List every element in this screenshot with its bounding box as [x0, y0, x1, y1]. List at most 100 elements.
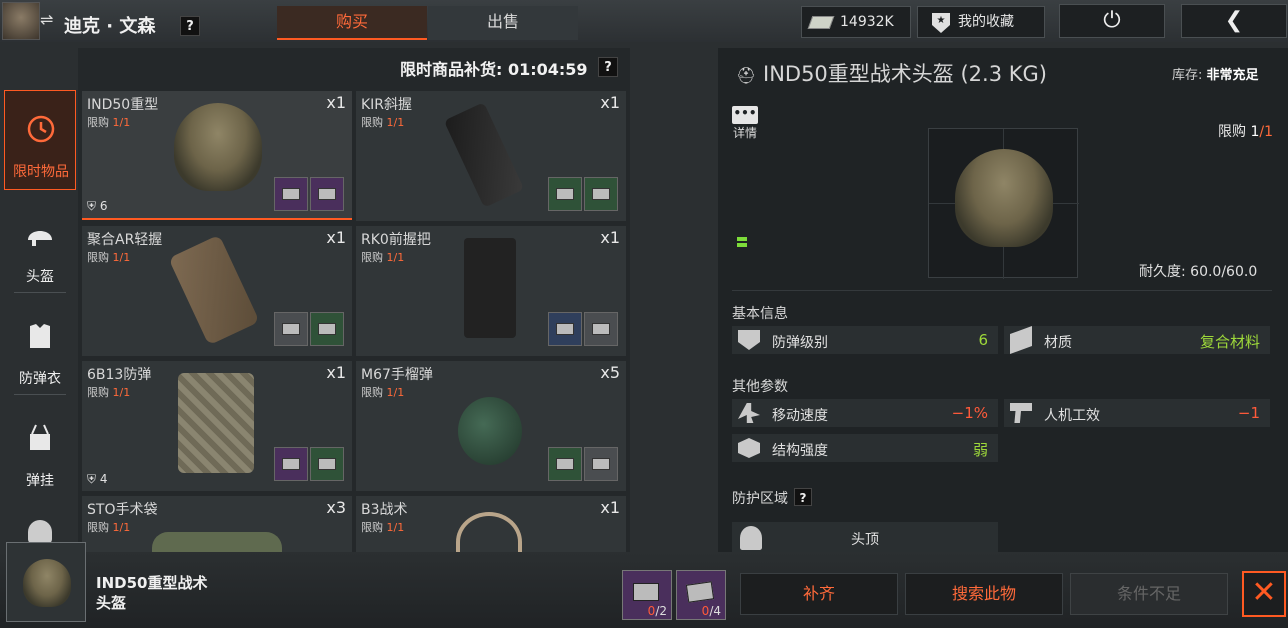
category-limited[interactable]: 限时物品 — [4, 90, 76, 190]
player-help-icon[interactable]: ? — [180, 16, 200, 36]
item-name: RK0前握把 — [361, 232, 431, 248]
shop-item-card[interactable]: B3战术 x1 限购 1/1 — [356, 496, 626, 552]
requirement-item[interactable] — [274, 312, 308, 346]
tab-buy[interactable]: 购买 — [277, 6, 427, 40]
requirement-item[interactable] — [310, 312, 344, 346]
search-item-button[interactable]: 搜索此物 — [905, 573, 1063, 615]
requirement-item[interactable] — [548, 447, 582, 481]
requirement-item[interactable] — [310, 447, 344, 481]
category-helmet[interactable]: 头盔 — [4, 196, 76, 296]
grip-image — [168, 234, 260, 346]
vest-icon — [30, 324, 50, 348]
back-button[interactable]: ❮ — [1181, 4, 1287, 38]
insufficient-condition-button[interactable]: 条件不足 — [1070, 573, 1228, 615]
shield-icon — [738, 330, 760, 350]
stat-move-speed: 移动速度 −1% — [732, 399, 998, 427]
helmet-image — [174, 103, 262, 191]
item-name: M67手榴弹 — [361, 367, 433, 383]
required-item-1[interactable]: 0/2 — [622, 570, 672, 620]
item-qty: x1 — [326, 363, 346, 382]
category-vest[interactable]: 防弹衣 — [4, 298, 76, 398]
other-params-heading: 其他参数 — [732, 379, 788, 395]
shop-item-card[interactable]: STO手术袋 x3 限购 1/1 — [82, 496, 352, 552]
fill-button[interactable]: 补齐 — [740, 573, 898, 615]
requirement-item[interactable] — [274, 177, 308, 211]
foregrip-image — [464, 238, 516, 338]
divider — [14, 394, 66, 395]
player-avatar[interactable] — [2, 2, 40, 40]
requirement-item[interactable] — [274, 447, 308, 481]
requirement-item[interactable] — [548, 312, 582, 346]
shop-item-card[interactable]: M67手榴弹 x5 限购 1/1 — [356, 361, 626, 491]
helmet-image — [23, 559, 71, 607]
stat-ergonomics: 人机工效 −1 — [1004, 399, 1270, 427]
basic-info-heading: 基本信息 — [732, 306, 788, 322]
clock-icon — [27, 115, 55, 143]
required-item-2[interactable]: 0/4 — [676, 570, 726, 620]
backpack-icon[interactable] — [28, 520, 52, 544]
pistol-icon — [1010, 403, 1032, 423]
tab-sell[interactable]: 出售 — [428, 6, 578, 40]
item-name: 聚合AR轻握 — [87, 232, 163, 248]
category-label: 限时物品 — [13, 164, 69, 180]
shop-item-card[interactable]: 聚合AR轻握 x1 限购 1/1 — [82, 226, 352, 356]
stock-status: 库存: 非常充足 — [1172, 68, 1259, 83]
requirement-item[interactable] — [584, 177, 618, 211]
details-label[interactable]: 详情 — [733, 124, 757, 141]
item-limit: 限购 1/1 — [361, 521, 405, 534]
stat-structure: 结构强度 弱 — [732, 434, 998, 462]
item-name: STO手术袋 — [87, 502, 158, 518]
armor-class: ⛨ 4 — [87, 472, 108, 486]
item-name: B3战术 — [361, 502, 408, 518]
item-name: KIR斜握 — [361, 97, 413, 113]
category-chest-rig[interactable]: 弹挂 — [4, 400, 76, 500]
close-icon: ✕ — [1251, 575, 1277, 610]
item-limit: 限购 1/1 — [361, 251, 405, 264]
category-label: 防弹衣 — [19, 371, 61, 387]
plates-icon — [1010, 325, 1032, 355]
category-label: 头盔 — [26, 269, 54, 285]
box-icon — [633, 583, 659, 601]
details-icon[interactable]: ••• — [732, 106, 758, 124]
favorites-button[interactable]: ★ 我的收藏 — [917, 6, 1045, 38]
item-qty: x5 — [600, 363, 620, 382]
shield-icon: ⛨ — [87, 472, 97, 486]
item-qty: x3 — [326, 498, 346, 517]
sling-image — [456, 512, 522, 552]
item-qty: x1 — [326, 228, 346, 247]
helmet-icon — [28, 231, 52, 246]
item-qty: x1 — [600, 228, 620, 247]
swap-icon[interactable]: ⇌ — [40, 10, 53, 29]
box-icon — [685, 581, 715, 603]
requirement-item[interactable] — [310, 177, 344, 211]
player-name: 迪克 · 文森 — [64, 16, 156, 37]
requirement-item[interactable] — [584, 447, 618, 481]
shop-item-card[interactable]: RK0前握把 x1 限购 1/1 — [356, 226, 626, 356]
favorites-label: 我的收藏 — [958, 14, 1014, 30]
shop-item-card[interactable]: 6B13防弹 x1 限购 1/1 ⛨ 4 — [82, 361, 352, 491]
durability: 耐久度: 60.0/60.0 — [1139, 264, 1258, 280]
shop-item-card[interactable]: IND50重型 x1 限购 1/1 ⛨ 6 — [82, 91, 352, 220]
money-display: 14932K — [801, 6, 911, 38]
close-button[interactable]: ✕ — [1242, 571, 1286, 617]
structure-icon — [738, 438, 760, 458]
item-preview — [928, 128, 1079, 279]
item-limit: 限购 1/1 — [87, 521, 131, 534]
restock-help-icon[interactable]: ? — [598, 57, 618, 77]
purchase-limit: 限购 1/1 — [1218, 124, 1273, 140]
item-limit: 限购 1/1 — [87, 116, 131, 129]
item-limit: 限购 1/1 — [361, 116, 405, 129]
zone-help-icon[interactable]: ? — [794, 488, 812, 506]
shop-item-card[interactable]: KIR斜握 x1 限购 1/1 — [356, 91, 626, 221]
grenade-image — [458, 397, 522, 465]
requirement-item[interactable] — [548, 177, 582, 211]
helmet-image — [955, 149, 1053, 247]
armor-class: ⛨ 6 — [87, 199, 108, 213]
star-badge-icon: ★ — [932, 13, 950, 33]
grip-image — [443, 102, 525, 208]
item-limit: 限购 1/1 — [361, 386, 405, 399]
power-button[interactable]: ⏻ — [1059, 4, 1165, 38]
requirement-item[interactable] — [584, 312, 618, 346]
selected-item-name: IND50重型战术 头盔 — [96, 574, 208, 612]
cash-icon — [807, 16, 835, 29]
